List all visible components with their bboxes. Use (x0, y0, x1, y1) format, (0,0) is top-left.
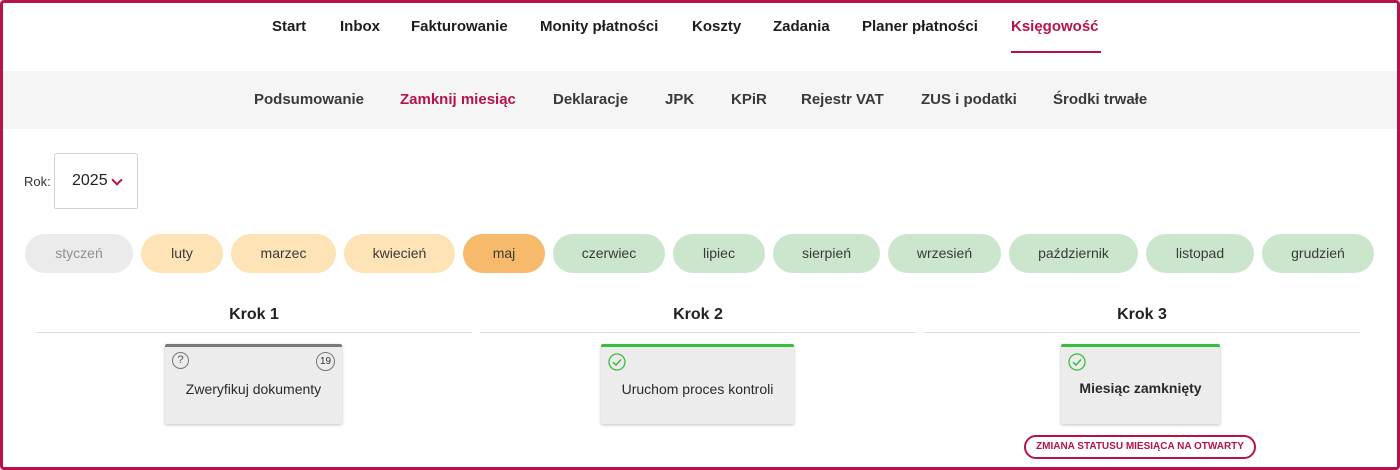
nav-inbox[interactable]: Inbox (340, 18, 380, 35)
month-styczen[interactable]: styczeń (25, 234, 133, 273)
year-value: 2025 (72, 172, 108, 189)
step-2-title: Krok 2 (673, 306, 723, 323)
month-lipiec[interactable]: lipiec (673, 234, 765, 273)
month-pazdziernik[interactable]: październik (1009, 234, 1138, 273)
month-wrzesien[interactable]: wrzesień (888, 234, 1001, 273)
year-label: Rok: (24, 174, 51, 189)
step-2-card-text: Uruchom proces kontroli (621, 381, 774, 397)
nav-zadania[interactable]: Zadania (773, 18, 830, 35)
nav-ksiegowosc[interactable]: Księgowość (1011, 18, 1099, 35)
nav-start[interactable]: Start (272, 18, 306, 35)
question-icon[interactable]: ? (172, 352, 189, 369)
document-count-badge: 19 (316, 352, 335, 371)
step-3-divider (924, 332, 1360, 333)
month-luty[interactable]: luty (141, 234, 223, 273)
step-2-card[interactable]: Uruchom proces kontroli (601, 344, 794, 424)
top-navigation: Start Inbox Fakturowanie Monity płatnośc… (3, 3, 1397, 71)
sub-navigation: Podsumowanie Zamknij miesiąc Deklaracje … (3, 71, 1397, 129)
month-marzec[interactable]: marzec (231, 234, 336, 273)
step-2-divider (480, 332, 916, 333)
subnav-jpk[interactable]: JPK (665, 91, 694, 108)
step-3-card[interactable]: Miesiąc zamknięty (1061, 344, 1220, 424)
nav-fakturowanie[interactable]: Fakturowanie (411, 18, 508, 35)
month-sierpien[interactable]: sierpień (773, 234, 880, 273)
month-grudzien[interactable]: grudzień (1262, 234, 1374, 273)
nav-monity-platnosci[interactable]: Monity płatności (540, 18, 658, 35)
month-listopad[interactable]: listopad (1146, 234, 1254, 273)
reopen-month-button[interactable]: ZMIANA STATUSU MIESIĄCA NA OTWARTY (1024, 435, 1256, 459)
month-maj[interactable]: maj (463, 234, 545, 273)
step-1-title: Krok 1 (229, 306, 279, 323)
subnav-kpir[interactable]: KPiR (731, 91, 767, 108)
check-circle-icon (1068, 353, 1086, 371)
year-select[interactable]: 2025 (54, 153, 138, 209)
step-3-card-text: Miesiąc zamknięty (1079, 380, 1202, 396)
subnav-zamknij-miesiac[interactable]: Zamknij miesiąc (400, 91, 516, 108)
month-czerwiec[interactable]: czerwiec (553, 234, 665, 273)
active-tab-underline (1011, 51, 1101, 53)
nav-koszty[interactable]: Koszty (692, 18, 741, 35)
subnav-deklaracje[interactable]: Deklaracje (553, 91, 628, 108)
nav-planer-platnosci[interactable]: Planer płatności (862, 18, 978, 35)
step-1-card-text: Zweryfikuj dokumenty (185, 381, 322, 397)
month-kwiecien[interactable]: kwiecień (344, 234, 455, 273)
subnav-srodki-trwale[interactable]: Środki trwałe (1053, 91, 1147, 108)
step-1-divider (36, 332, 472, 333)
subnav-rejestr-vat[interactable]: Rejestr VAT (801, 91, 884, 108)
chevron-down-icon (111, 174, 123, 186)
check-circle-icon (608, 353, 626, 371)
step-1-card[interactable]: ? 19 Zweryfikuj dokumenty (165, 344, 342, 424)
subnav-zus-i-podatki[interactable]: ZUS i podatki (921, 91, 1017, 108)
subnav-podsumowanie[interactable]: Podsumowanie (254, 91, 364, 108)
step-3-title: Krok 3 (1117, 306, 1167, 323)
